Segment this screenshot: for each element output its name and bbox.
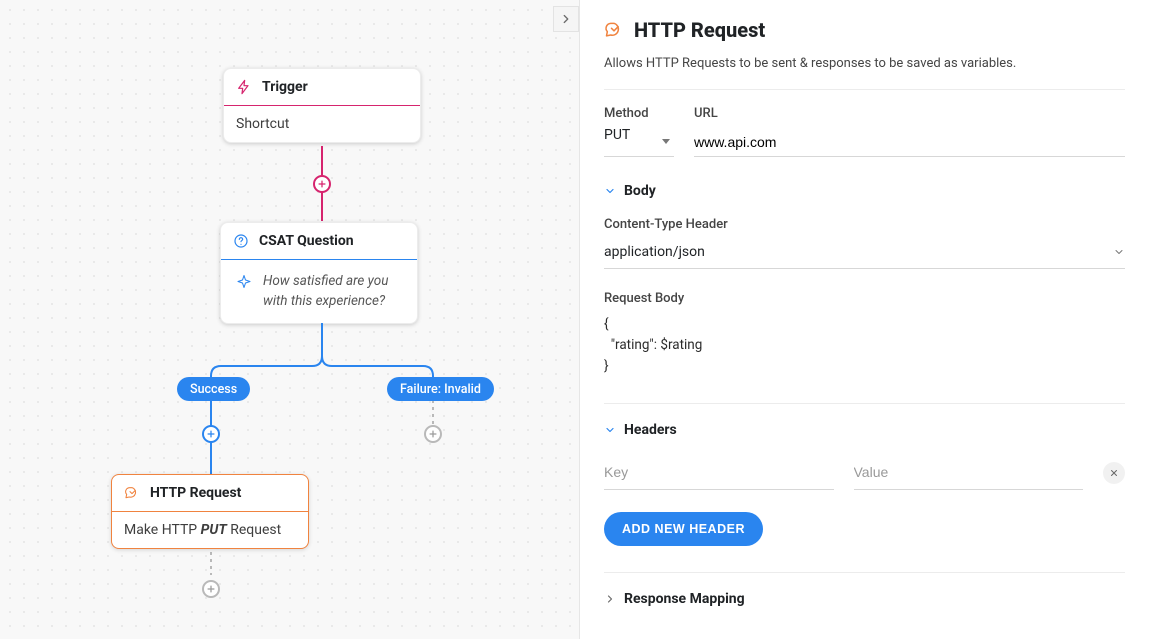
sparkle-icon xyxy=(235,274,253,292)
close-icon xyxy=(1109,468,1119,478)
headers-section-toggle[interactable]: Headers xyxy=(604,422,1125,438)
request-body-label: Request Body xyxy=(604,291,1125,306)
header-value-input[interactable] xyxy=(854,456,1084,490)
node-csat-question[interactable]: CSAT Question How satisfied are you with… xyxy=(220,222,418,324)
chevron-right-icon xyxy=(604,593,616,605)
branch-pill-failure[interactable]: Failure: Invalid xyxy=(387,377,494,401)
header-key-input[interactable] xyxy=(604,456,834,490)
plus-icon xyxy=(206,584,216,594)
http-icon xyxy=(604,20,624,40)
chevron-down-icon xyxy=(604,185,616,197)
panel-collapse-button[interactable] xyxy=(553,6,579,32)
plus-icon xyxy=(317,179,327,189)
panel-description: Allows HTTP Requests to be sent & respon… xyxy=(604,56,1125,90)
add-step-button-failure-branch[interactable] xyxy=(424,425,442,443)
add-step-button-after-http[interactable] xyxy=(202,580,220,598)
url-input[interactable] xyxy=(694,127,1125,157)
response-mapping-section-toggle[interactable]: Response Mapping xyxy=(604,591,1125,607)
flow-canvas[interactable]: Trigger Shortcut CSAT Question How satis… xyxy=(0,0,579,639)
node-trigger-body: Shortcut xyxy=(224,105,420,142)
add-step-button-after-trigger[interactable] xyxy=(313,175,331,193)
request-body-editor[interactable]: { "rating": $rating } xyxy=(604,314,1125,377)
body-section-toggle[interactable]: Body xyxy=(604,183,1125,199)
node-csat-question-text: How satisfied are you with this experien… xyxy=(263,272,403,311)
node-trigger[interactable]: Trigger Shortcut xyxy=(223,68,421,143)
plus-icon xyxy=(428,429,438,439)
node-csat-title: CSAT Question xyxy=(259,233,354,249)
method-label: Method xyxy=(604,106,674,121)
plus-icon xyxy=(206,429,216,439)
content-type-label: Content-Type Header xyxy=(604,217,1125,232)
chevron-right-icon xyxy=(559,12,573,26)
node-http-title: HTTP Request xyxy=(150,485,241,501)
node-trigger-title: Trigger xyxy=(262,79,308,95)
detail-panel: HTTP Request Allows HTTP Requests to be … xyxy=(579,0,1149,639)
remove-header-button[interactable] xyxy=(1103,462,1125,484)
chevron-down-icon xyxy=(1113,246,1125,258)
node-http-request[interactable]: HTTP Request Make HTTP PUT Request xyxy=(111,474,309,549)
panel-title: HTTP Request xyxy=(604,18,1125,42)
lightning-icon xyxy=(236,79,252,95)
branch-pill-success[interactable]: Success xyxy=(177,377,250,401)
method-select[interactable]: PUT xyxy=(604,127,674,157)
content-type-select[interactable]: application/json xyxy=(604,238,1125,269)
node-http-body: Make HTTP PUT Request xyxy=(124,522,281,538)
url-label: URL xyxy=(694,106,1125,121)
add-step-button-success-branch[interactable] xyxy=(202,425,220,443)
add-header-button[interactable]: ADD NEW HEADER xyxy=(604,512,763,546)
chevron-down-icon xyxy=(604,424,616,436)
question-circle-icon xyxy=(233,233,249,249)
http-icon xyxy=(124,485,140,501)
